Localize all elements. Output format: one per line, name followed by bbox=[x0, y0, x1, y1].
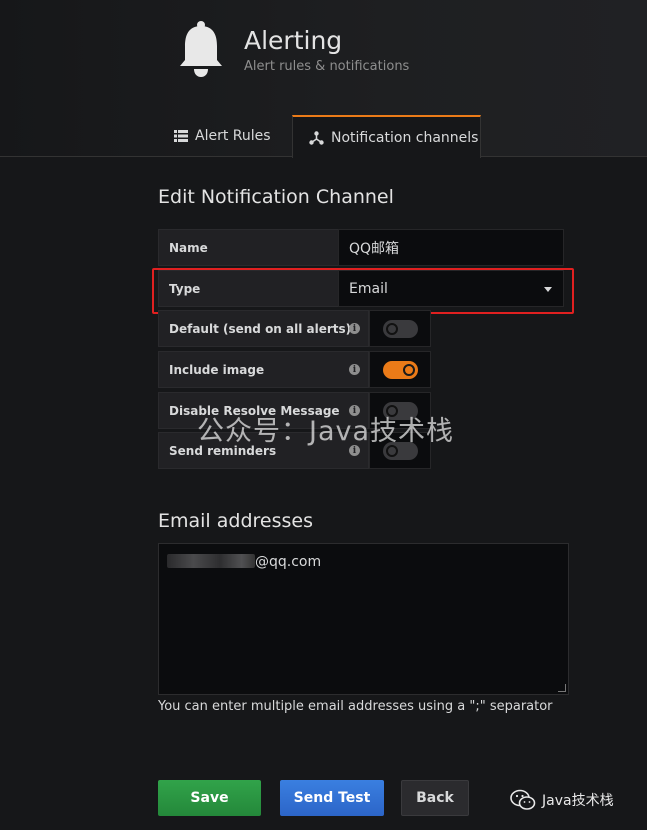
switch-track bbox=[382, 441, 418, 460]
disable-resolve-switch[interactable] bbox=[369, 392, 431, 429]
info-icon[interactable]: i bbox=[349, 323, 360, 334]
switch-knob bbox=[402, 363, 415, 376]
email-value-suffix: @qq.com bbox=[255, 554, 322, 570]
tab-alert-rules[interactable]: Alert Rules bbox=[174, 115, 271, 157]
switch-track bbox=[382, 319, 418, 338]
switch-track bbox=[382, 360, 418, 379]
wechat-badge: Java技术栈 bbox=[510, 789, 614, 811]
name-input[interactable]: QQ邮箱 bbox=[338, 229, 564, 266]
section-title-edit-channel: Edit Notification Channel bbox=[158, 186, 394, 208]
email-help-text: You can enter multiple email addresses u… bbox=[158, 699, 553, 714]
send-reminders-label-text: Send reminders bbox=[169, 443, 277, 458]
send-reminders-switch[interactable] bbox=[369, 432, 431, 469]
tab-alert-rules-label: Alert Rules bbox=[195, 128, 271, 144]
include-image-switch[interactable] bbox=[369, 351, 431, 388]
page-title: Alerting bbox=[244, 26, 343, 55]
list-icon bbox=[174, 130, 188, 142]
back-button[interactable]: Back bbox=[401, 780, 469, 816]
tab-notification-channels[interactable]: Notification channels bbox=[292, 115, 481, 158]
email-addresses-textarea[interactable]: @qq.com bbox=[158, 543, 569, 695]
section-title-email: Email addresses bbox=[158, 510, 313, 532]
info-icon[interactable]: i bbox=[349, 445, 360, 456]
save-button[interactable]: Save bbox=[158, 780, 261, 816]
switch-track bbox=[382, 401, 418, 420]
resize-grip-icon[interactable] bbox=[558, 684, 566, 692]
channels-icon bbox=[309, 130, 324, 145]
send-reminders-label: Send reminders i bbox=[158, 432, 369, 469]
default-label: Default (send on all alerts) i bbox=[158, 310, 369, 347]
redacted-email-blur bbox=[167, 554, 255, 568]
disable-resolve-label-text: Disable Resolve Message bbox=[169, 403, 340, 418]
name-label: Name bbox=[158, 229, 339, 266]
wechat-icon bbox=[510, 789, 536, 810]
highlight-annotation bbox=[152, 268, 574, 314]
switch-knob bbox=[385, 322, 398, 335]
include-image-label-text: Include image bbox=[169, 362, 265, 377]
switch-knob bbox=[385, 444, 398, 457]
include-image-label: Include image i bbox=[158, 351, 369, 388]
page-subtitle: Alert rules & notifications bbox=[244, 59, 410, 74]
default-switch[interactable] bbox=[369, 310, 431, 347]
page-header: Alerting Alert rules & notifications Ale… bbox=[0, 0, 647, 158]
info-icon[interactable]: i bbox=[349, 364, 360, 375]
bell-icon bbox=[180, 21, 222, 77]
switch-knob bbox=[385, 404, 398, 417]
info-icon[interactable]: i bbox=[349, 405, 360, 416]
disable-resolve-label: Disable Resolve Message i bbox=[158, 392, 369, 429]
tab-notification-channels-label: Notification channels bbox=[331, 129, 479, 146]
default-label-text: Default (send on all alerts) bbox=[169, 321, 352, 336]
wechat-label: Java技术栈 bbox=[542, 793, 614, 809]
send-test-button[interactable]: Send Test bbox=[280, 780, 384, 816]
